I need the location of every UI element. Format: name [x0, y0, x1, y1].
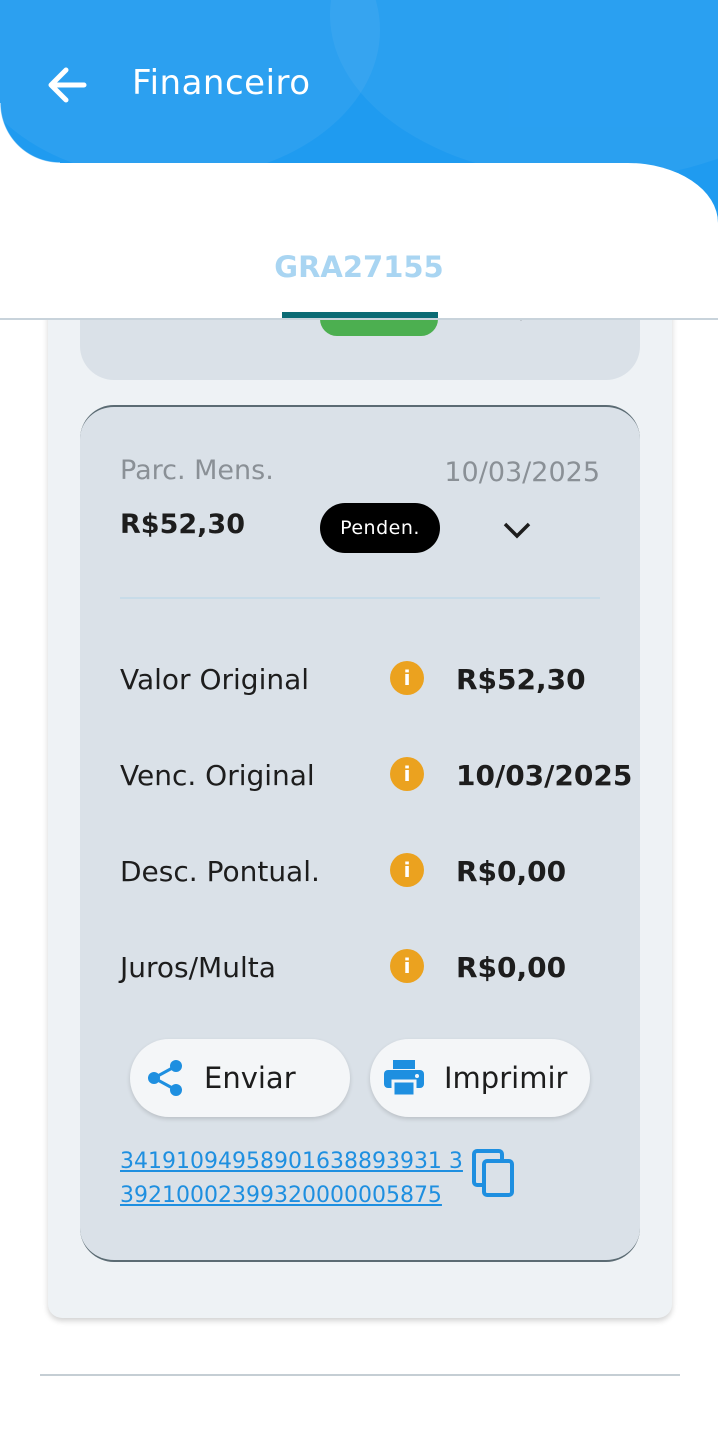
detail-row: Juros/Multa i R$0,00 [120, 949, 640, 989]
detail-label: Juros/Multa [120, 951, 276, 984]
tab-contract[interactable]: GRA27155 [0, 250, 718, 284]
arrow-left-icon [48, 67, 87, 103]
tab-bar: GRA27155 [0, 232, 718, 320]
detail-value: 10/03/2025 [456, 759, 633, 792]
barcode-link[interactable]: 34191094958901638893931 3 39210002399320… [120, 1145, 463, 1213]
detail-row: Venc. Original i 10/03/2025 [120, 757, 640, 797]
barcode-line: 39210002399320000005875 [120, 1183, 442, 1208]
info-icon[interactable]: i [390, 853, 424, 887]
detail-label: Desc. Pontual. [120, 855, 320, 888]
back-button[interactable] [44, 62, 90, 108]
send-button[interactable]: Enviar [130, 1039, 350, 1117]
divider [40, 1374, 680, 1376]
info-icon[interactable]: i [390, 661, 424, 695]
detail-row: Desc. Pontual. i R$0,00 [120, 853, 640, 893]
page-title: Financeiro [132, 63, 311, 103]
installment-card: Parc. Mens. 10/03/2025 R$52,30 Penden. V… [80, 405, 640, 1262]
detail-row: Valor Original i R$52,30 [120, 661, 640, 701]
detail-value: R$0,00 [456, 855, 567, 888]
due-date: 10/03/2025 [444, 457, 600, 488]
print-label: Imprimir [444, 1061, 568, 1095]
tab-indicator [282, 312, 438, 318]
installment-amount: R$52,30 [120, 509, 245, 540]
send-label: Enviar [204, 1061, 296, 1095]
detail-value: R$52,30 [456, 663, 586, 696]
share-icon [148, 1060, 182, 1096]
detail-label: Valor Original [120, 663, 310, 696]
chevron-down-icon[interactable] [500, 519, 534, 543]
printer-icon [384, 1060, 424, 1098]
copy-icon[interactable] [470, 1147, 518, 1199]
info-icon[interactable]: i [390, 949, 424, 983]
divider [120, 597, 600, 599]
detail-label: Venc. Original [120, 759, 315, 792]
barcode-line: 34191094958901638893931 3 [120, 1149, 463, 1174]
detail-value: R$0,00 [456, 951, 567, 984]
header-decoration [330, 0, 718, 180]
info-icon[interactable]: i [390, 757, 424, 791]
installment-type: Parc. Mens. [120, 455, 274, 486]
status-badge: Penden. [320, 503, 440, 553]
print-button[interactable]: Imprimir [370, 1039, 590, 1117]
